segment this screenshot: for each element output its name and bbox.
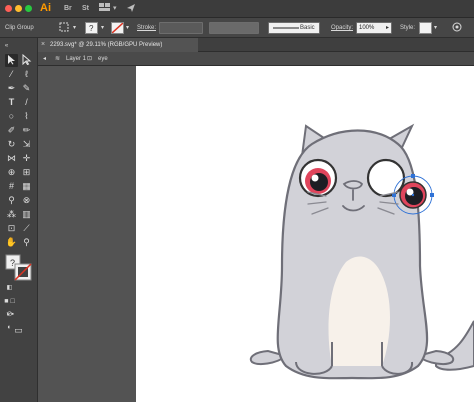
- ellipse-tool-icon[interactable]: ○: [5, 110, 18, 123]
- send-icon[interactable]: [126, 3, 136, 14]
- brush-name: Basic: [300, 25, 315, 31]
- style-label: Style:: [400, 25, 416, 31]
- direct-selection-tool-icon[interactable]: [20, 53, 33, 67]
- stock-icon[interactable]: St: [82, 3, 89, 14]
- document-tab-title: 2293.svg* @ 29.11% (RGB/GPU Preview): [50, 42, 163, 48]
- fill-color-swatch[interactable]: ?: [85, 22, 98, 34]
- isolate-group-icon[interactable]: [59, 22, 69, 34]
- document-tab-bar: × 2293.svg* @ 29.11% (RGB/GPU Preview): [38, 38, 474, 52]
- type-tool-icon[interactable]: T: [5, 96, 18, 109]
- blend-tool-icon[interactable]: ⊗: [20, 194, 33, 207]
- perspective-grid-tool-icon[interactable]: ⊞: [20, 166, 33, 179]
- opacity-label: Opacity:: [331, 25, 354, 31]
- canvas[interactable]: [38, 66, 474, 402]
- stroke-label: Stroke:: [137, 25, 157, 31]
- fill-stroke-widget[interactable]: ?: [5, 254, 33, 282]
- curvature-tool-icon[interactable]: ✎: [20, 82, 33, 95]
- drawing-modes-icon[interactable]: ◑ ▪ ◐: [3, 308, 16, 331]
- fill-dropdown-icon[interactable]: ▾: [101, 22, 104, 34]
- right-eye-white: [366, 158, 406, 198]
- screen-mode-icon[interactable]: ▭: [12, 324, 25, 337]
- close-window-button[interactable]: [5, 5, 12, 12]
- rotate-tool-icon[interactable]: ↻: [5, 138, 18, 151]
- eyedropper-tool-icon[interactable]: ⚲: [5, 194, 18, 207]
- stroke-color-swatch[interactable]: [111, 22, 124, 34]
- stroke-weight-field[interactable]: [159, 22, 203, 34]
- selection-tool-icon[interactable]: [5, 54, 18, 67]
- opacity-dropdown-icon[interactable]: ▸: [386, 22, 389, 34]
- layers-icon: ≋: [55, 56, 61, 62]
- style-dropdown-icon[interactable]: ▾: [434, 22, 437, 34]
- graphic-style-swatch[interactable]: [419, 22, 432, 34]
- zoom-window-button[interactable]: [25, 5, 32, 12]
- width-tool-icon[interactable]: ⋈: [5, 152, 18, 165]
- back-arrow-icon[interactable]: ◂: [43, 52, 46, 66]
- mesh-tool-icon[interactable]: #: [5, 180, 18, 193]
- selection-center-point: [411, 193, 415, 197]
- puppet-warp-tool-icon[interactable]: ✛: [20, 152, 33, 165]
- bridge-icon[interactable]: Br: [64, 3, 72, 14]
- selection-type-label: Clip Group: [5, 25, 34, 31]
- variable-width-field[interactable]: [209, 22, 259, 34]
- svg-text:?: ?: [89, 24, 94, 33]
- paintbrush-tool-icon[interactable]: ⌇: [20, 110, 33, 123]
- close-icon[interactable]: ×: [41, 38, 45, 52]
- pen-tool-icon[interactable]: ✒: [5, 82, 18, 95]
- illustrator-logo: Ai: [40, 2, 51, 14]
- default-colors-icon[interactable]: ◧: [3, 282, 16, 295]
- app-bar: Ai Br St ▾: [0, 0, 474, 18]
- isolation-breadcrumb: ◂ ≋ Layer 1 ⊡ eye: [38, 52, 474, 66]
- workspace-icon[interactable]: [99, 3, 111, 14]
- zoom-tool-icon[interactable]: ⚲: [20, 236, 33, 249]
- cat-illustration[interactable]: [136, 66, 474, 402]
- symbol-sprayer-tool-icon[interactable]: ⁂: [5, 208, 18, 221]
- breadcrumb-group[interactable]: eye: [98, 52, 108, 66]
- shape-builder-tool-icon[interactable]: ⊕: [5, 166, 18, 179]
- panel-collapse-icon[interactable]: «: [0, 40, 13, 53]
- color-mode-icon[interactable]: ■ □ ⊘: [3, 295, 16, 318]
- shaper-tool-icon[interactable]: ✐: [5, 124, 18, 137]
- hand-tool-icon[interactable]: ✋: [5, 236, 18, 249]
- gradient-tool-icon[interactable]: ▦: [20, 180, 33, 193]
- magic-wand-tool-icon[interactable]: ⁄: [5, 68, 18, 81]
- pencil-tool-icon[interactable]: ✏: [20, 124, 33, 137]
- artboard-tool-icon[interactable]: ⊡: [5, 222, 18, 235]
- workspace-dropdown-icon[interactable]: ▾: [113, 3, 117, 14]
- artboard[interactable]: [136, 66, 474, 402]
- column-graph-tool-icon[interactable]: ▥: [20, 208, 33, 221]
- selection-anchor-right: [430, 193, 434, 197]
- minimize-window-button[interactable]: [15, 5, 22, 12]
- group-icon: ⊡: [87, 56, 93, 62]
- cat-nose: [342, 180, 364, 190]
- scale-tool-icon[interactable]: ⇲: [20, 138, 33, 151]
- breadcrumb-layer[interactable]: Layer 1: [66, 52, 86, 66]
- svg-text:?: ?: [10, 258, 15, 268]
- opacity-value: 100%: [359, 25, 375, 31]
- align-icon[interactable]: ▾: [73, 22, 76, 34]
- stroke-dropdown-icon[interactable]: ▾: [126, 22, 129, 34]
- line-tool-icon[interactable]: /: [20, 96, 33, 109]
- tools-panel: « ⁄ ℓ ✒ ✎ T / ○ ⌇ ✐ ✏ ↻ ⇲ ⋈ ✛ ⊕ ⊞ # ▦ ⚲ …: [0, 38, 38, 402]
- selection-anchor-top: [411, 174, 415, 178]
- left-eye-highlight: [311, 174, 319, 182]
- recolor-artwork-icon[interactable]: [452, 22, 462, 34]
- lasso-tool-icon[interactable]: ℓ: [20, 68, 33, 81]
- document-tab[interactable]: × 2293.svg* @ 29.11% (RGB/GPU Preview): [38, 38, 198, 52]
- slice-tool-icon[interactable]: ⟋: [20, 222, 33, 235]
- control-bar: Clip Group ▾ ? ▾ ▾ Stroke: Basic Opacity…: [0, 18, 474, 38]
- illustrator-window: Ai Br St ▾ Clip Group ▾ ? ▾ ▾ Stroke: Ba…: [0, 0, 474, 402]
